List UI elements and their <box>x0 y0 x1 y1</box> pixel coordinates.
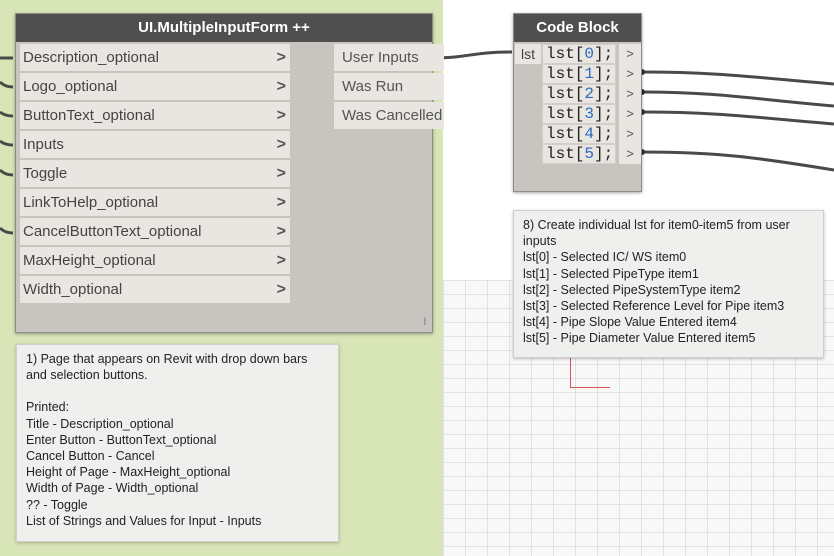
note-line: lst[2] - Selected PipeSystemType item2 <box>523 282 741 297</box>
note-line: lst[4] - Pipe Slope Value Entered item4 <box>523 315 737 330</box>
code-index: 4 <box>584 125 595 143</box>
note-line-blank <box>26 383 329 399</box>
node-title[interactable]: Code Block <box>514 14 641 42</box>
input-port-logo[interactable]: Logo_optional > <box>20 73 290 100</box>
output-port-lst2[interactable]: > <box>619 84 641 104</box>
port-label: MaxHeight_optional <box>23 252 156 269</box>
code-line[interactable]: lst[4]; <box>542 124 616 144</box>
code-token: lst[ <box>546 85 585 103</box>
code-token: lst[ <box>546 45 585 63</box>
input-port-width[interactable]: Width_optional > <box>20 276 290 303</box>
port-label: Inputs <box>23 136 64 153</box>
chevron-right-icon: > <box>276 78 286 95</box>
port-label: Toggle <box>23 165 68 182</box>
port-label: ButtonText_optional <box>23 107 155 124</box>
note-line: Enter Button - ButtonText_optional <box>26 432 217 447</box>
code-token: ]; <box>594 65 614 83</box>
code-index: 2 <box>584 85 595 103</box>
code-index: 0 <box>584 45 595 63</box>
input-port-toggle[interactable]: Toggle > <box>20 160 290 187</box>
code-index: 1 <box>584 65 595 83</box>
code-token: lst[ <box>546 125 585 143</box>
port-label: LinkToHelp_optional <box>23 194 159 211</box>
dynamo-canvas[interactable]: UI.MultipleInputForm ++ Description_opti… <box>0 0 834 556</box>
wire-inputs[interactable] <box>0 139 14 147</box>
chevron-right-icon: > <box>276 194 286 211</box>
note-line: and selection buttons. <box>26 368 148 383</box>
chevron-right-icon: > <box>276 252 286 269</box>
input-port-description[interactable]: Description_optional > <box>20 44 290 71</box>
wire-lst5-out[interactable] <box>641 150 834 172</box>
resize-handle[interactable]: l <box>424 317 426 328</box>
code-line[interactable]: lst[5]; <box>542 144 616 164</box>
note-line: 1) Page that appears on Revit with drop … <box>26 352 308 366</box>
code-token: ]; <box>594 105 614 123</box>
note-line: inputs <box>523 234 557 249</box>
code-block-node[interactable]: Code Block lst lst[0]; lst[1]; lst[2]; l… <box>513 13 642 192</box>
note-create-individual-lst[interactable]: 8) Create individual lst for item0-item5… <box>513 210 824 358</box>
chevron-right-icon: > <box>276 136 286 153</box>
wire-toggle[interactable] <box>0 168 14 177</box>
wire-lst2-out[interactable] <box>641 90 834 108</box>
code-token: ]; <box>594 145 614 163</box>
input-port-buttontext[interactable]: ButtonText_optional > <box>20 102 290 129</box>
chevron-right-icon: > <box>276 107 286 124</box>
code-index: 5 <box>584 145 595 163</box>
note-line: Height of Page - MaxHeight_optional <box>26 465 231 480</box>
code-line[interactable]: lst[2]; <box>542 84 616 104</box>
code-index: 3 <box>584 105 595 123</box>
input-port-inputs[interactable]: Inputs > <box>20 131 290 158</box>
output-port-lst5[interactable]: > <box>619 144 641 164</box>
wire-logo[interactable] <box>0 80 14 89</box>
note-revit-page-description[interactable]: 1) Page that appears on Revit with drop … <box>16 344 339 542</box>
code-token: ]; <box>594 45 614 63</box>
note-line: Width of Page - Width_optional <box>26 481 199 496</box>
note-line: Title - Description_optional <box>26 416 174 431</box>
code-line[interactable]: lst[0]; <box>542 44 616 64</box>
output-port-user-inputs[interactable]: User Inputs <box>334 44 444 71</box>
code-token: lst[ <box>546 65 585 83</box>
code-token: ]; <box>594 85 614 103</box>
input-port-cancelbuttontext[interactable]: CancelButtonText_optional > <box>20 218 290 245</box>
output-port-was-run[interactable]: Was Run <box>334 73 444 100</box>
note-line: lst[5] - Pipe Diameter Value Entered ite… <box>523 331 756 346</box>
output-port-was-cancelled[interactable]: Was Cancelled <box>334 102 444 129</box>
port-label: CancelButtonText_optional <box>23 223 202 240</box>
code-token: ]; <box>594 125 614 143</box>
note-line: lst[0] - Selected IC/ WS item0 <box>523 250 687 265</box>
note-line: lst[3] - Selected Reference Level for Pi… <box>523 299 785 314</box>
output-port-lst4[interactable]: > <box>619 124 641 144</box>
node-title[interactable]: UI.MultipleInputForm ++ <box>16 14 432 42</box>
note-line: Cancel Button - Cancel <box>26 449 155 464</box>
code-token: lst[ <box>546 105 585 123</box>
code-token: lst[ <box>546 145 585 163</box>
output-port-lst3[interactable]: > <box>619 104 641 124</box>
output-port-lst0[interactable]: > <box>619 44 641 64</box>
note-line: Printed: <box>26 400 70 415</box>
output-port-lst1[interactable]: > <box>619 64 641 84</box>
wire-cancel[interactable] <box>0 226 14 235</box>
note-line: lst[1] - Selected PipeType item1 <box>523 266 699 281</box>
note-line: List of Strings and Values for Input - I… <box>26 513 262 528</box>
chevron-right-icon: > <box>276 49 286 66</box>
port-label: Description_optional <box>23 49 159 66</box>
wire-lst3-out[interactable] <box>641 110 834 126</box>
input-port-lst[interactable]: lst <box>515 44 541 64</box>
wire-buttontext[interactable] <box>0 110 14 118</box>
chevron-right-icon: > <box>276 165 286 182</box>
note-line: ?? - Toggle <box>26 497 88 512</box>
multiple-input-form-node[interactable]: UI.MultipleInputForm ++ Description_opti… <box>15 13 444 333</box>
port-label: Logo_optional <box>23 78 118 95</box>
chevron-right-icon: > <box>276 223 286 240</box>
chevron-right-icon: > <box>276 281 286 298</box>
code-line[interactable]: lst[1]; <box>542 64 616 84</box>
port-label: Width_optional <box>23 281 123 298</box>
code-line[interactable]: lst[3]; <box>542 104 616 124</box>
note-line: 8) Create individual lst for item0-item5… <box>523 218 790 232</box>
input-port-linktohelp[interactable]: LinkToHelp_optional > <box>20 189 290 216</box>
input-port-maxheight[interactable]: MaxHeight_optional > <box>20 247 290 274</box>
wire-lst1-out[interactable] <box>641 70 834 86</box>
